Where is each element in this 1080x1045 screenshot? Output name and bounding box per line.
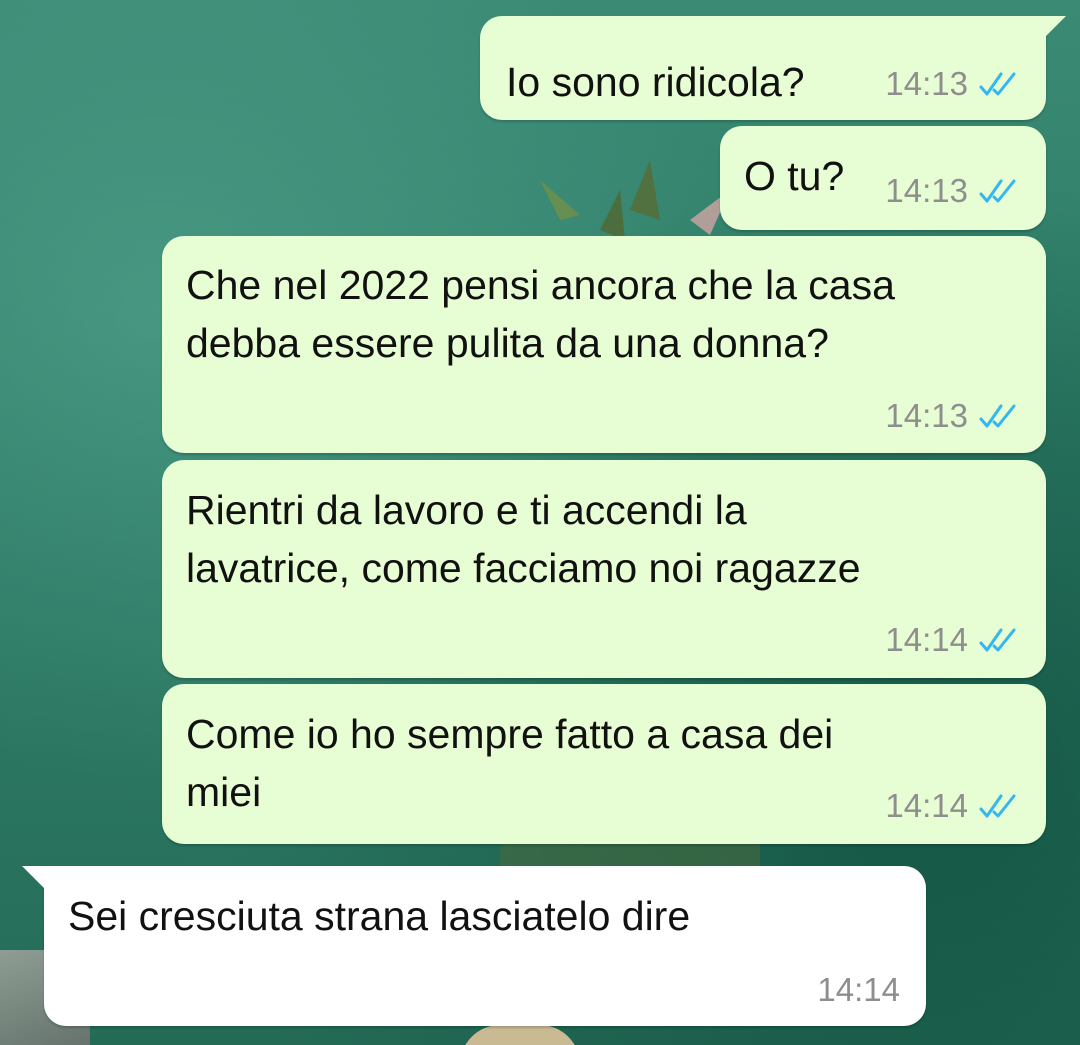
message-meta: 14:13: [885, 396, 1024, 436]
message-bubble-outgoing[interactable]: Che nel 2022 pensi ancora che la casa de…: [162, 236, 1046, 453]
message-bubble-incoming[interactable]: Sei cresciuta strana lasciatelo dire 14:…: [22, 866, 926, 1026]
message-bubble-outgoing[interactable]: O tu? 14:13: [720, 126, 1046, 230]
message-bubble-outgoing[interactable]: Come io ho sempre fatto a casa dei miei …: [162, 684, 1046, 844]
message-text: Che nel 2022 pensi ancora che la casa: [186, 262, 895, 308]
bubble-tail: [1040, 16, 1066, 42]
double-check-read-icon: [979, 794, 1016, 818]
message-meta: 14:14: [817, 970, 900, 1010]
message-text: O tu?: [744, 153, 845, 199]
message-time: 14:13: [885, 397, 968, 434]
double-check-read-icon: [979, 404, 1016, 428]
message-meta: 14:14: [885, 786, 1024, 826]
message-time: 14:14: [885, 787, 968, 824]
message-text: debba essere pulita da una donna?: [186, 320, 829, 366]
message-text: Io sono ridicola?: [506, 59, 805, 105]
message-time: 14:14: [885, 621, 968, 658]
message-bubble-outgoing[interactable]: Io sono ridicola? 14:13: [480, 16, 1066, 120]
message-time: 14:13: [885, 65, 968, 102]
wallpaper-shape: [460, 1025, 580, 1045]
message-text: Rientri da lavoro e ti accendi la: [186, 487, 747, 533]
message-text: Sei cresciuta strana lasciatelo dire: [68, 893, 691, 939]
message-time: 14:14: [817, 971, 900, 1008]
message-bubble-outgoing[interactable]: Rientri da lavoro e ti accendi la lavatr…: [162, 460, 1046, 678]
double-check-read-icon: [979, 628, 1016, 652]
message-time: 14:13: [885, 172, 968, 209]
message-text: lavatrice, come facciamo noi ragazze: [186, 545, 861, 591]
double-check-read-icon: [979, 179, 1016, 203]
message-meta: 14:14: [885, 620, 1024, 660]
bubble-tail: [22, 866, 48, 892]
message-meta: 14:13: [885, 64, 1024, 104]
message-text: miei: [186, 769, 262, 815]
message-meta: 14:13: [885, 171, 1024, 211]
double-check-read-icon: [979, 72, 1016, 96]
message-text: Come io ho sempre fatto a casa dei: [186, 711, 834, 757]
